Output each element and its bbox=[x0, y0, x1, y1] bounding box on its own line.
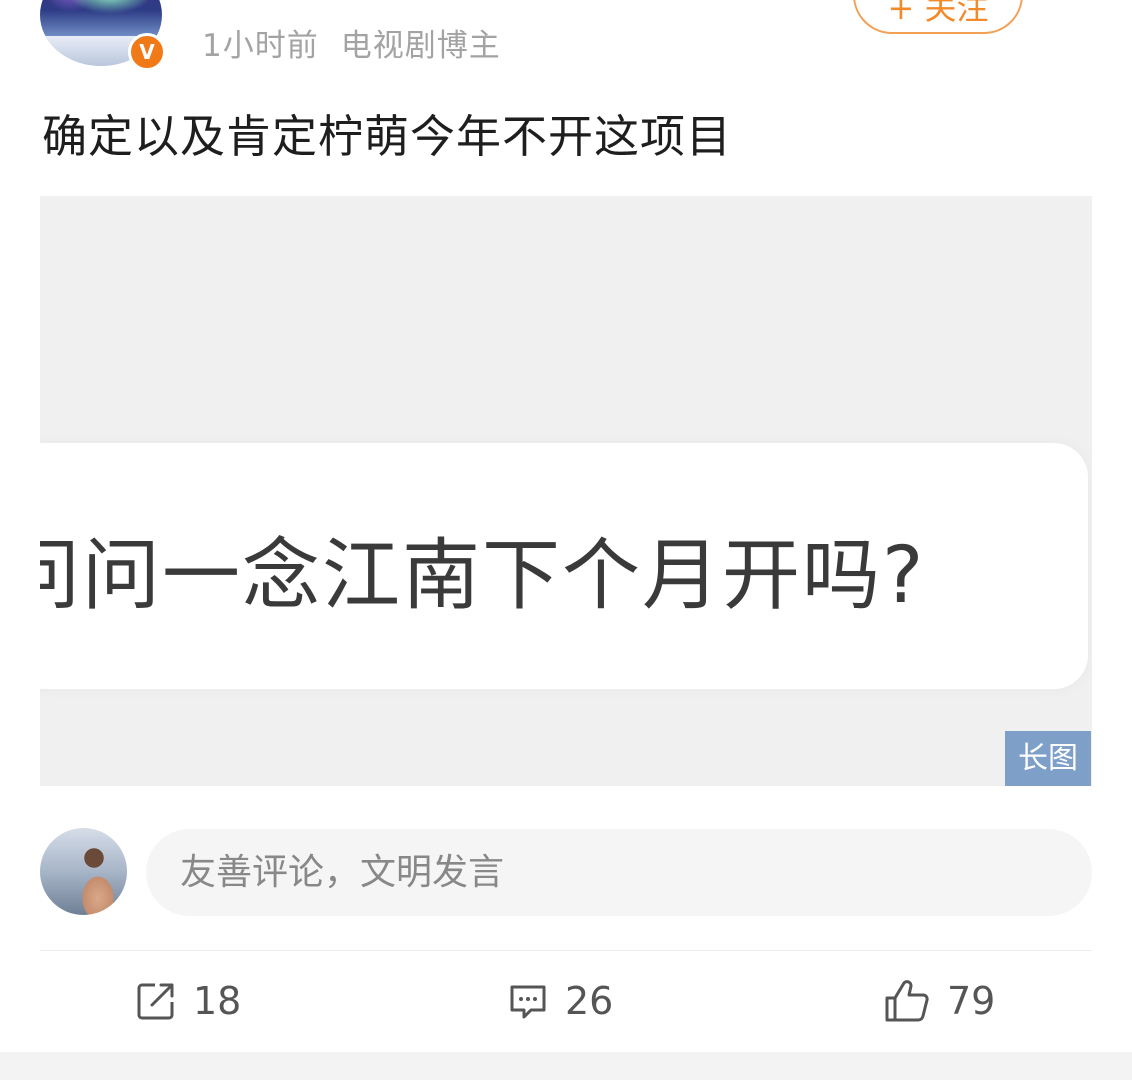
comment-count: 26 bbox=[565, 979, 614, 1023]
share-icon bbox=[135, 980, 177, 1022]
thumbs-up-icon bbox=[883, 978, 931, 1024]
post-meta: 1小时前 电视剧博主 bbox=[202, 20, 501, 65]
long-image-tag: 长图 bbox=[1005, 731, 1091, 786]
comment-button[interactable]: 26 bbox=[507, 975, 613, 1027]
post-image[interactable]: 问问一念江南下个月开吗? bbox=[40, 196, 1092, 786]
comment-icon bbox=[507, 980, 549, 1022]
comment-input[interactable]: 友善评论，文明发言 bbox=[146, 829, 1092, 916]
share-count: 18 bbox=[193, 979, 242, 1023]
like-count: 79 bbox=[947, 979, 996, 1023]
image-bubble-text: 问问一念江南下个月开吗? bbox=[40, 531, 926, 621]
current-user-avatar[interactable] bbox=[40, 828, 127, 915]
divider bbox=[40, 950, 1092, 951]
verified-badge-icon: V bbox=[128, 33, 166, 71]
author-tag: 电视剧博主 bbox=[340, 28, 501, 64]
like-button[interactable]: 79 bbox=[883, 975, 995, 1027]
post-time: 1小时前 bbox=[202, 28, 319, 64]
follow-button[interactable]: + 关注 bbox=[853, 0, 1023, 34]
share-button[interactable]: 18 bbox=[135, 975, 241, 1027]
post-text: 确定以及肯定柠萌今年不开这项目 bbox=[42, 110, 733, 163]
bottom-strip bbox=[0, 1052, 1132, 1080]
